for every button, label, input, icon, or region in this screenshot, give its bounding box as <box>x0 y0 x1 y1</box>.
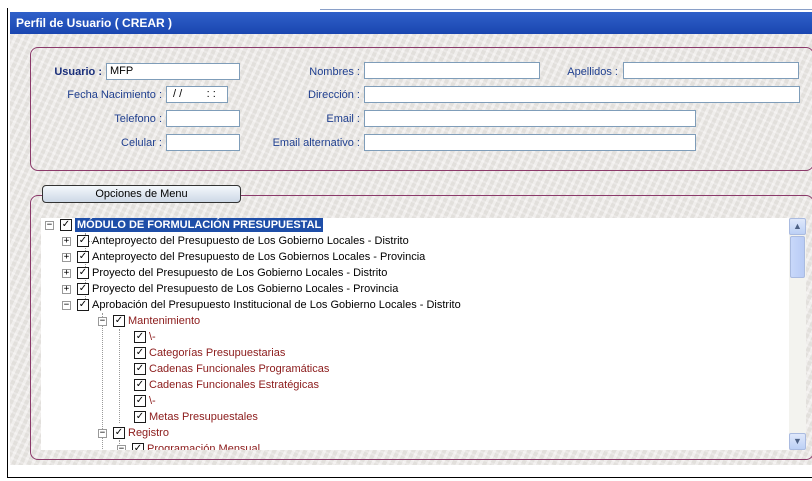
frame-left-border <box>7 8 8 478</box>
tree-root-label: MÓDULO DE FORMULACIÓN PRESUPUESTAL <box>75 218 324 232</box>
scroll-thumb[interactable] <box>790 236 805 278</box>
tree-item-programacion[interactable]: − ✓ Programación Mensual <box>41 442 781 450</box>
tree-item-level1[interactable]: + ✓ Proyecto del Presupuesto de Los Gobi… <box>41 282 781 298</box>
collapse-icon[interactable]: − <box>45 221 54 230</box>
checkbox-checked-icon[interactable]: ✓ <box>134 347 146 359</box>
expand-icon[interactable]: + <box>62 269 71 278</box>
expand-icon[interactable]: + <box>62 253 71 262</box>
tree-item-leaf[interactable]: ✓ \- <box>41 394 781 410</box>
tree-item-label: Proyecto del Presupuesto de Los Gobierno… <box>92 267 388 279</box>
email-label: Email : <box>326 113 360 125</box>
email-input[interactable] <box>364 110 696 127</box>
tree-item-registro[interactable]: − ✓ Registro <box>41 426 781 442</box>
telefono-label: Telefono : <box>114 113 162 125</box>
direccion-input[interactable] <box>364 86 800 103</box>
tree-item-label: Cadenas Funcionales Programáticas <box>149 363 330 375</box>
menu-options-tab[interactable]: Opciones de Menu <box>42 185 241 203</box>
tree-item-leaf[interactable]: ✓ Cadenas Funcionales Programáticas <box>41 362 781 378</box>
tree-item-label: Anteproyecto del Presupuesto de Los Gobi… <box>92 235 409 247</box>
celular-input[interactable] <box>166 134 240 151</box>
apellidos-input[interactable] <box>623 62 799 79</box>
apellidos-label: Apellidos : <box>567 66 618 78</box>
checkbox-checked-icon[interactable]: ✓ <box>132 443 144 450</box>
collapse-icon[interactable]: − <box>62 301 71 310</box>
tree-item-label: Mantenimiento <box>128 315 201 327</box>
checkbox-checked-icon[interactable]: ✓ <box>113 315 125 327</box>
celular-label: Celular : <box>121 137 162 149</box>
expand-icon[interactable]: + <box>62 285 71 294</box>
nombres-input[interactable] <box>364 62 540 79</box>
expand-icon[interactable]: + <box>62 237 71 246</box>
collapse-icon[interactable]: − <box>117 445 126 450</box>
checkbox-checked-icon[interactable]: ✓ <box>134 331 146 343</box>
email-alternativo-input[interactable] <box>364 134 696 151</box>
scroll-up-icon[interactable]: ▲ <box>789 218 806 235</box>
frame-top-line <box>320 9 812 10</box>
window-titlebar[interactable]: Perfil de Usuario ( CREAR ) <box>10 12 812 34</box>
tree-item-level1[interactable]: + ✓ Anteproyecto del Presupuesto de Los … <box>41 250 781 266</box>
tree-item-label: Anteproyecto del Presupuesto de Los Gobi… <box>92 251 426 263</box>
tree-item-label: \- <box>149 395 156 407</box>
checkbox-checked-icon[interactable]: ✓ <box>77 267 89 279</box>
telefono-input[interactable] <box>166 110 240 127</box>
tree-item-label: Programación Mensual <box>147 443 261 450</box>
tree-item-label: Categorías Presupuestarias <box>149 347 286 359</box>
tree-item-label: Metas Presupuestales <box>149 411 258 423</box>
tree-item-leaf[interactable]: ✓ Categorías Presupuestarias <box>41 346 781 362</box>
tree-item-label: Proyecto del Presupuesto de Los Gobierno… <box>92 283 399 295</box>
tree-item-mantenimiento[interactable]: − ✓ Mantenimiento <box>41 314 781 330</box>
checkbox-checked-icon[interactable]: ✓ <box>77 283 89 295</box>
tree-item-level1[interactable]: + ✓ Anteproyecto del Presupuesto de Los … <box>41 234 781 250</box>
checkbox-checked-icon[interactable]: ✓ <box>113 427 125 439</box>
tree-item-leaf[interactable]: ✓ Cadenas Funcionales Estratégicas <box>41 378 781 394</box>
tree-item-label: Cadenas Funcionales Estratégicas <box>149 379 319 391</box>
menu-tree: − ✓ MÓDULO DE FORMULACIÓN PRESUPUESTAL +… <box>41 218 789 450</box>
nombres-label: Nombres : <box>309 66 360 78</box>
tree-item-level1[interactable]: + ✓ Proyecto del Presupuesto de Los Gobi… <box>41 266 781 282</box>
checkbox-checked-icon[interactable]: ✓ <box>134 379 146 391</box>
window-title: Perfil de Usuario ( CREAR ) <box>16 16 173 30</box>
usuario-label: Usuario : <box>54 66 102 78</box>
tree-vertical-scrollbar[interactable]: ▲ ▼ <box>789 218 806 450</box>
collapse-icon[interactable]: − <box>98 317 107 326</box>
fecha-nacimiento-input[interactable]: / / : : <box>166 86 228 103</box>
email-alternativo-label: Email alternativo : <box>272 137 360 149</box>
usuario-input[interactable]: MFP <box>106 63 240 80</box>
tree-item-level1[interactable]: − ✓ Aprobación del Presupuesto Instituci… <box>41 298 781 314</box>
checkbox-checked-icon[interactable]: ✓ <box>77 299 89 311</box>
tree-item-label: Registro <box>128 427 169 439</box>
direccion-label: Dirección : <box>308 89 360 101</box>
checkbox-checked-icon[interactable]: ✓ <box>60 219 72 231</box>
tree-root-node[interactable]: − ✓ MÓDULO DE FORMULACIÓN PRESUPUESTAL <box>41 218 781 234</box>
collapse-icon[interactable]: − <box>98 429 107 438</box>
tree-item-label: Aprobación del Presupuesto Institucional… <box>92 299 461 311</box>
user-profile-window: Perfil de Usuario ( CREAR ) Usuario : MF… <box>10 12 812 465</box>
tree-item-leaf[interactable]: ✓ Metas Presupuestales <box>41 410 781 426</box>
checkbox-checked-icon[interactable]: ✓ <box>134 411 146 423</box>
checkbox-checked-icon[interactable]: ✓ <box>134 395 146 407</box>
checkbox-checked-icon[interactable]: ✓ <box>77 251 89 263</box>
scroll-down-icon[interactable]: ▼ <box>789 433 806 450</box>
tree-item-label: \- <box>149 331 156 343</box>
fecha-nacimiento-label: Fecha Nacimiento : <box>67 89 162 101</box>
tree-item-leaf[interactable]: ✓ \- <box>41 330 781 346</box>
checkbox-checked-icon[interactable]: ✓ <box>134 363 146 375</box>
checkbox-checked-icon[interactable]: ✓ <box>77 235 89 247</box>
frame-bottom-border <box>7 477 812 478</box>
